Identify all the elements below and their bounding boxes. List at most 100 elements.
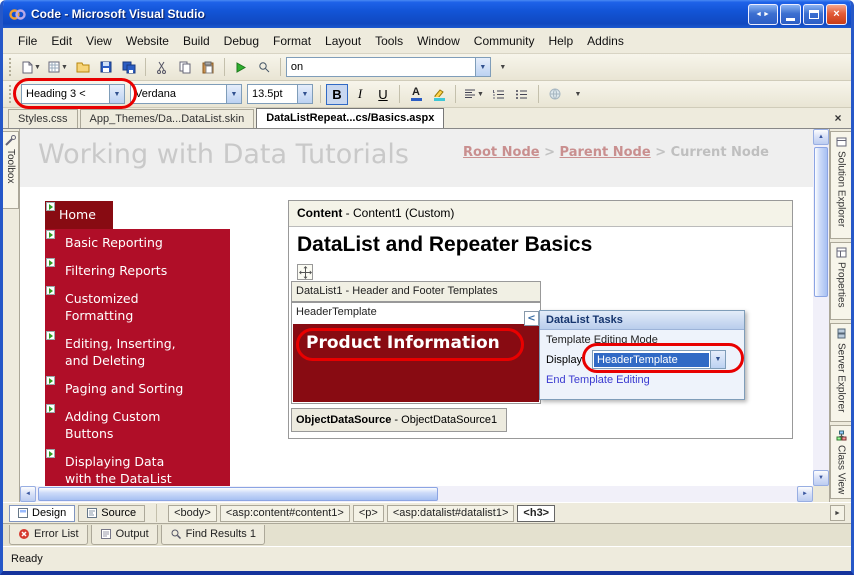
breadcrumb-root-link[interactable]: Root Node: [463, 145, 540, 160]
tab-styles-css[interactable]: Styles.css: [8, 109, 78, 128]
toolbar-grip[interactable]: [9, 58, 14, 76]
dropdown-icon[interactable]: ▼: [109, 85, 124, 103]
tag-asp-content[interactable]: <asp:content#content1>: [220, 505, 350, 522]
close-icon: ×: [833, 8, 839, 20]
tab-close-button[interactable]: ×: [830, 110, 846, 126]
maximize-button[interactable]: [803, 4, 824, 25]
content-region-bar[interactable]: Content - Content1 (Custom): [289, 201, 792, 227]
breadcrumb: Root Node > Parent Node > Current Node: [463, 145, 769, 160]
style-combo[interactable]: Heading 3 < ▼: [21, 84, 125, 104]
highlight-button[interactable]: [428, 84, 450, 105]
nav-item-displaying-data[interactable]: Displaying Data with the DataList and: [45, 448, 230, 486]
scroll-up-button[interactable]: ▲: [813, 129, 829, 145]
tag-p[interactable]: <p>: [353, 505, 384, 522]
tab-error-list[interactable]: Error List: [9, 525, 88, 545]
nav-item-home[interactable]: Home: [45, 201, 113, 229]
vertical-scrollbar[interactable]: ▲ ▼: [813, 129, 829, 486]
tag-h3[interactable]: <h3>: [517, 505, 555, 522]
tab-datalist-skin[interactable]: App_Themes/Da...DataList.skin: [80, 109, 255, 128]
numbered-list-button[interactable]: [488, 84, 510, 105]
save-all-button[interactable]: [118, 57, 140, 78]
nav-item-adding-custom-buttons[interactable]: Adding Custom Buttons: [45, 403, 230, 448]
tag-body[interactable]: <body>: [168, 505, 217, 522]
smart-tag-collapse-button[interactable]: <: [524, 311, 539, 326]
add-item-button[interactable]: ▼: [45, 57, 71, 78]
hyperlink-button[interactable]: [544, 84, 566, 105]
bold-button[interactable]: B: [326, 84, 348, 105]
source-view-button[interactable]: Source: [78, 505, 145, 522]
save-button[interactable]: [95, 57, 117, 78]
menu-debug[interactable]: Debug: [217, 30, 266, 52]
menu-community[interactable]: Community: [467, 30, 542, 52]
start-debug-button[interactable]: [230, 57, 252, 78]
design-view-button[interactable]: Design: [9, 505, 75, 522]
dropdown-icon[interactable]: ▼: [475, 58, 490, 76]
scroll-down-button[interactable]: ▼: [813, 470, 829, 486]
toolbar-options-button[interactable]: ▼: [492, 57, 514, 78]
close-button[interactable]: ×: [826, 4, 847, 25]
toolbar-options-button[interactable]: ▼: [567, 84, 589, 105]
dropdown-icon[interactable]: ▼: [297, 85, 312, 103]
find-in-files-button[interactable]: [253, 57, 275, 78]
search-icon: [258, 61, 270, 73]
scroll-right-button[interactable]: ►: [797, 486, 813, 502]
display-template-combo[interactable]: HeaderTemplate ▼: [592, 350, 726, 369]
tab-find-results[interactable]: Find Results 1: [161, 525, 265, 545]
vertical-scroll-thumb[interactable]: [814, 147, 828, 297]
menu-help[interactable]: Help: [541, 30, 580, 52]
tab-class-view[interactable]: Class View: [830, 425, 851, 499]
nav-item-filtering-reports[interactable]: Filtering Reports: [45, 257, 230, 285]
move-handle-icon[interactable]: [297, 264, 313, 280]
dropdown-icon[interactable]: ▼: [226, 85, 241, 103]
menu-tools[interactable]: Tools: [368, 30, 410, 52]
scroll-left-button[interactable]: ◄: [20, 486, 36, 502]
minimize-button[interactable]: [780, 4, 801, 25]
nav-item-basic-reporting[interactable]: Basic Reporting: [45, 229, 230, 257]
bullet-list-button[interactable]: [511, 84, 533, 105]
menu-build[interactable]: Build: [176, 30, 217, 52]
scroll-down-icon: ▼: [818, 475, 824, 481]
end-template-editing-link[interactable]: End Template Editing: [540, 370, 744, 390]
tab-basics-aspx[interactable]: DataListRepeat...cs/Basics.aspx: [256, 108, 444, 128]
underline-button[interactable]: U: [372, 84, 394, 105]
header-template-region[interactable]: Product Information: [293, 324, 539, 402]
toolbar-combo[interactable]: on ▼: [286, 57, 491, 77]
menu-format[interactable]: Format: [266, 30, 318, 52]
nav-item-editing-inserting-deleting[interactable]: Editing, Inserting, and Deleting: [45, 330, 230, 375]
horizontal-scroll-thumb[interactable]: [38, 487, 438, 501]
nav-item-paging-sorting[interactable]: Paging and Sorting: [45, 375, 230, 403]
menu-layout[interactable]: Layout: [318, 30, 368, 52]
toolbox-tab[interactable]: Toolbox: [3, 131, 19, 209]
tab-properties[interactable]: Properties: [830, 242, 851, 320]
paste-button[interactable]: [197, 57, 219, 78]
objectdatasource-bar[interactable]: ObjectDataSource - ObjectDataSource1: [291, 408, 507, 432]
new-file-button[interactable]: ▼: [19, 57, 44, 78]
tag-asp-datalist[interactable]: <asp:datalist#datalist1>: [387, 505, 515, 522]
design-surface[interactable]: Working with Data Tutorials Root Node > …: [20, 129, 813, 486]
menu-view[interactable]: View: [79, 30, 119, 52]
tab-server-explorer[interactable]: Server Explorer: [830, 323, 851, 422]
breadcrumb-parent-link[interactable]: Parent Node: [560, 145, 651, 160]
font-color-button[interactable]: A: [405, 84, 427, 105]
menu-website[interactable]: Website: [119, 30, 176, 52]
tagnav-scroll-right-button[interactable]: ►: [830, 505, 845, 521]
font-size-combo[interactable]: 13.5pt ▼: [247, 84, 313, 104]
cut-button[interactable]: [151, 57, 173, 78]
font-combo[interactable]: Verdana ▼: [130, 84, 242, 104]
nav-item-customized-formatting[interactable]: Customized Formatting: [45, 285, 230, 330]
dropdown-icon[interactable]: ▼: [710, 351, 725, 368]
italic-button[interactable]: I: [349, 84, 371, 105]
horizontal-scrollbar[interactable]: ◄ ►: [20, 486, 829, 502]
menu-file[interactable]: File: [11, 30, 44, 52]
copy-button[interactable]: [174, 57, 196, 78]
menu-edit[interactable]: Edit: [44, 30, 79, 52]
datalist-header-bar[interactable]: DataList1 - Header and Footer Templates: [291, 281, 541, 302]
window-nav-button[interactable]: ◄►: [748, 4, 778, 25]
menu-window[interactable]: Window: [410, 30, 467, 52]
alignment-button[interactable]: ▼: [461, 84, 487, 105]
toolbar-grip[interactable]: [9, 85, 14, 103]
tab-output[interactable]: Output: [91, 525, 158, 545]
tab-solution-explorer[interactable]: Solution Explorer: [830, 131, 851, 239]
open-file-button[interactable]: [72, 57, 94, 78]
menu-addins[interactable]: Addins: [580, 30, 631, 52]
